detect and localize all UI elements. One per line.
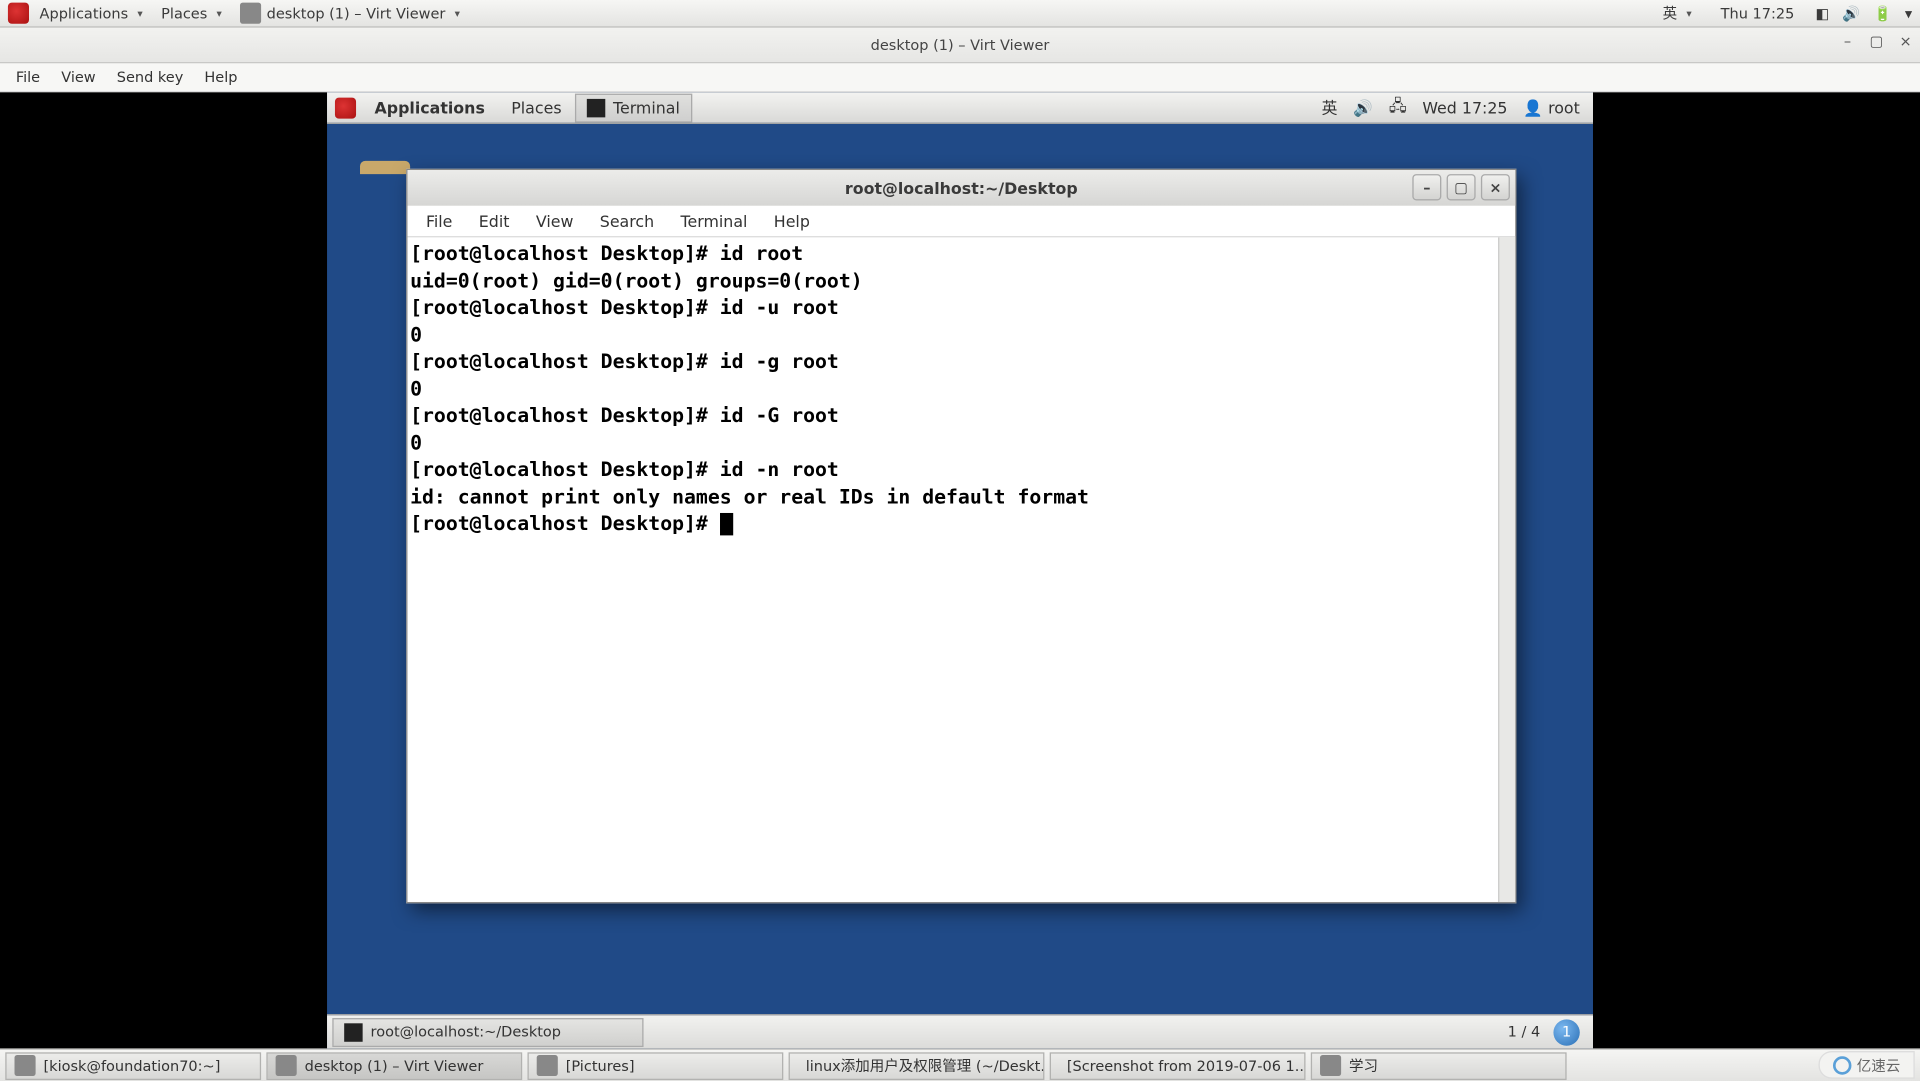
guest-top-bar: Applications Places Terminal 英 🔊 🖧 Wed 1… [327,92,1593,124]
guest-taskbar-app-label: Terminal [613,99,680,117]
host-active-app-menu[interactable]: desktop (1) – Virt Viewer [232,0,467,27]
watermark-brand: 亿速云 [1818,1051,1914,1079]
brand-label: 亿速云 [1857,1054,1901,1075]
term-menu-help[interactable]: Help [761,212,823,230]
power-menu-icon[interactable]: ▾ [1905,5,1912,22]
guest-ime-indicator[interactable]: 英 [1322,96,1338,118]
host-bottom-bar: [kiosk@foundation70:~] desktop (1) – Vir… [0,1048,1920,1081]
host-task-label: [Pictures] [566,1057,635,1074]
host-applications-menu[interactable]: Applications [32,0,151,27]
guest-clock[interactable]: Wed 17:25 [1422,98,1507,116]
terminal-menubar: File Edit View Search Terminal Help [407,206,1515,238]
volume-icon[interactable]: 🔊 [1842,5,1860,22]
host-top-bar: Applications Places desktop (1) – Virt V… [0,0,1920,28]
host-task-5[interactable]: 学习 [1311,1052,1567,1080]
term-menu-search[interactable]: Search [587,212,668,230]
minimize-button[interactable]: – [1838,32,1856,50]
terminal-icon [344,1023,362,1041]
vv-menu-view[interactable]: View [51,69,107,86]
terminal-maximize-button[interactable]: ▢ [1447,174,1476,200]
vv-menu-sendkey[interactable]: Send key [106,69,194,86]
watermark-url: https://blog.csdn.net/... [1758,1030,1912,1045]
terminal-titlebar[interactable]: root@localhost:~/Desktop – ▢ × [407,170,1515,206]
guest-user-menu[interactable]: 👤 root [1523,98,1579,116]
host-task-label: 学习 [1349,1055,1378,1076]
terminal-scrollbar[interactable] [1498,237,1515,902]
gedit-icon [1320,1055,1341,1076]
term-menu-file[interactable]: File [413,212,466,230]
term-menu-terminal[interactable]: Terminal [667,212,760,230]
files-icon [537,1055,558,1076]
terminal-window: root@localhost:~/Desktop – ▢ × File Edit… [406,169,1516,904]
virt-viewer-titlebar[interactable]: desktop (1) – Virt Viewer – ▢ × [0,28,1920,64]
guest-volume-icon[interactable]: 🔊 [1353,98,1373,116]
vv-menu-help[interactable]: Help [194,69,248,86]
host-clock[interactable]: Thu 17:25 [1713,0,1802,27]
guest-applications-menu[interactable]: Applications [361,92,498,124]
guest-bottom-bar: root@localhost:~/Desktop 1 / 4 1 [327,1014,1593,1048]
host-task-label: desktop (1) – Virt Viewer [305,1057,484,1074]
terminal-title: root@localhost:~/Desktop [845,179,1078,197]
host-task-label: linux添加用户及权限管理 (~/Deskt... [806,1055,1045,1076]
host-places-menu[interactable]: Places [153,0,229,27]
close-button[interactable]: × [1896,32,1914,50]
terminal-minimize-button[interactable]: – [1412,174,1441,200]
host-task-4[interactable]: [Screenshot from 2019-07-06 1... [1050,1052,1306,1080]
guest-activities-icon [335,97,356,118]
host-active-app-label: desktop (1) – Virt Viewer [267,5,446,22]
guest-network-icon[interactable]: 🖧 [1389,94,1407,122]
guest-desktop: Applications Places Terminal 英 🔊 🖧 Wed 1… [327,92,1593,1048]
host-ime-indicator[interactable]: 英 [1655,0,1700,27]
guest-taskbar-app[interactable]: Terminal [575,94,692,123]
terminal-close-button[interactable]: × [1481,174,1510,200]
host-task-0[interactable]: [kiosk@foundation70:~] [5,1052,261,1080]
virt-viewer-title: desktop (1) – Virt Viewer [871,36,1050,53]
folder-icon[interactable] [360,161,410,174]
maximize-button[interactable]: ▢ [1867,32,1885,50]
virt-viewer-display[interactable]: Applications Places Terminal 英 🔊 🖧 Wed 1… [0,92,1920,1048]
activities-icon [8,3,29,24]
host-task-1[interactable]: desktop (1) – Virt Viewer [266,1052,522,1080]
notification-badge[interactable]: 1 [1553,1019,1579,1045]
term-menu-edit[interactable]: Edit [466,212,523,230]
guest-task-terminal[interactable]: root@localhost:~/Desktop [332,1017,643,1046]
user-icon: 👤 [1523,98,1543,116]
terminal-icon [587,99,605,117]
guest-places-menu[interactable]: Places [498,92,575,124]
term-menu-view[interactable]: View [523,212,587,230]
virt-viewer-icon [240,3,261,24]
host-task-3[interactable]: linux添加用户及权限管理 (~/Deskt... [789,1052,1045,1080]
terminal-output[interactable]: [root@localhost Desktop]# id root uid=0(… [407,237,1498,902]
accessibility-icon[interactable]: ◧ [1815,5,1829,22]
virt-viewer-menubar: File View Send key Help [0,63,1920,92]
virt-viewer-icon [276,1055,297,1076]
vv-menu-file[interactable]: File [5,69,50,86]
battery-icon[interactable]: 🔋 [1874,5,1892,22]
terminal-icon [15,1055,36,1076]
guest-task-label: root@localhost:~/Desktop [371,1023,561,1040]
workspace-indicator[interactable]: 1 / 4 [1508,1023,1541,1040]
host-task-2[interactable]: [Pictures] [527,1052,783,1080]
guest-user-label: root [1548,98,1580,116]
brand-logo-icon [1833,1056,1851,1074]
virt-viewer-window: desktop (1) – Virt Viewer – ▢ × File Vie… [0,28,1920,1049]
guest-desktop-area[interactable]: root@localhost:~/Desktop – ▢ × File Edit… [327,124,1593,1014]
host-task-label: [kiosk@foundation70:~] [44,1057,221,1074]
host-task-label: [Screenshot from 2019-07-06 1... [1067,1057,1306,1074]
